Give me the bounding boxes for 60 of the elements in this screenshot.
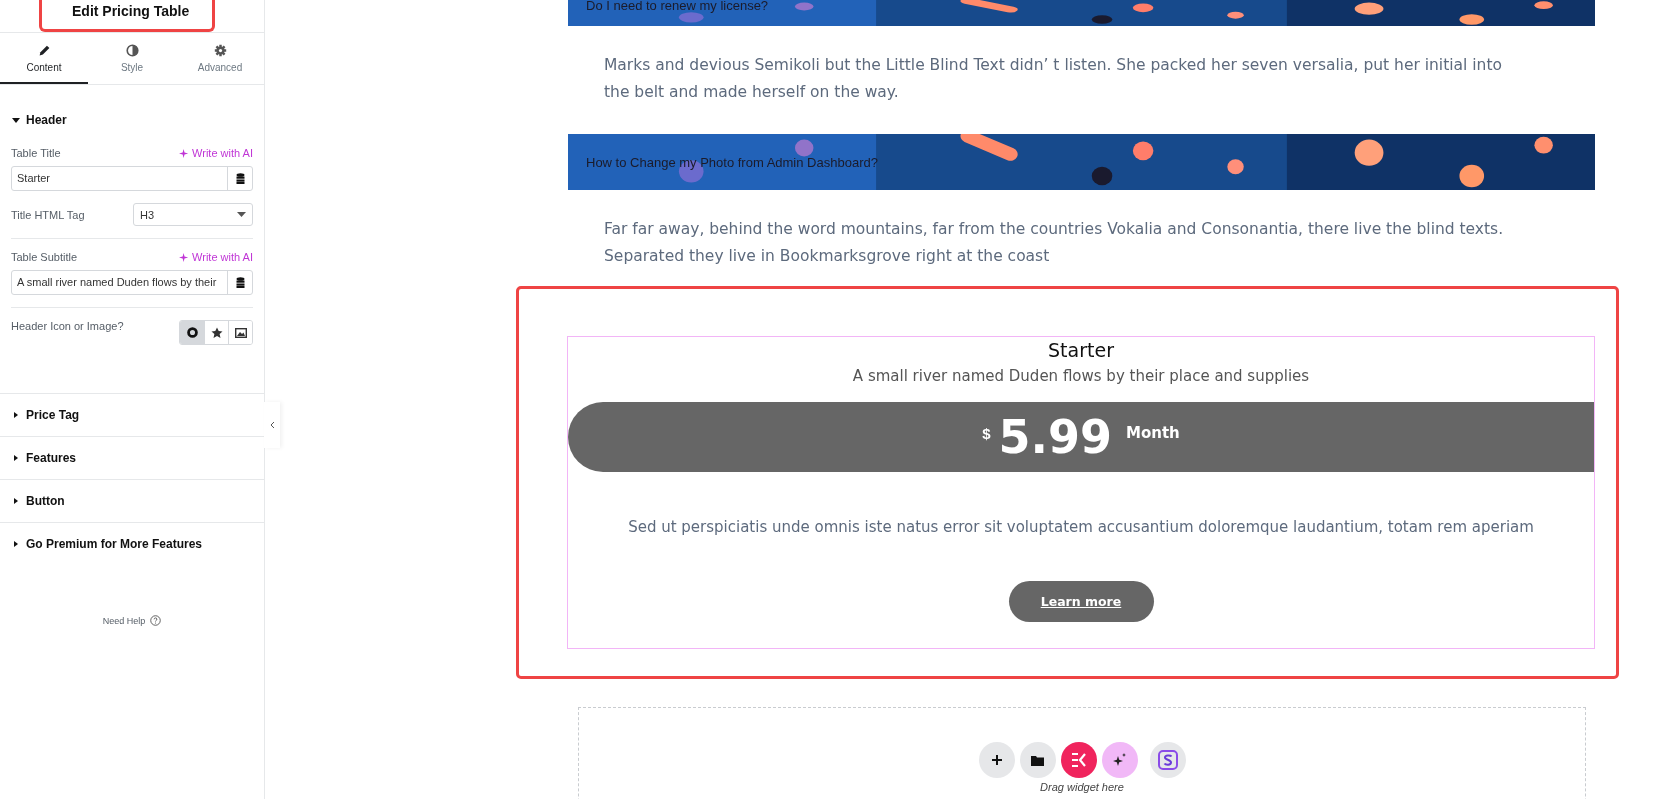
ai-button[interactable]	[1101, 742, 1138, 778]
sparkle-icon	[179, 251, 191, 263]
sparkle-icon	[1112, 753, 1127, 767]
logo-icon	[1070, 753, 1087, 767]
database-icon	[235, 173, 245, 184]
write-with-ai-link[interactable]: Write with AI	[179, 147, 253, 159]
faq-question: How to Change my Photo from Admin Dashboard?	[585, 154, 878, 170]
folder-icon	[1031, 754, 1044, 766]
faq-answer: Marks and devious Semikoli but the Little Blind Text didn’ t listen. She packed her seven versalia, put her initial into the belt and made herself on the way.	[603, 55, 1503, 103]
tag-select[interactable]: H3	[133, 203, 253, 226]
help-icon	[150, 615, 162, 626]
section-header[interactable]: Go Premium for More Features	[0, 523, 264, 565]
section-header[interactable]: Button	[0, 480, 264, 523]
drop-hint: Drag widget here	[1040, 781, 1124, 793]
price: 5.99	[998, 410, 1113, 464]
panel-tab[interactable]: Content	[0, 33, 88, 84]
section-header[interactable]: Features	[0, 437, 264, 480]
choice-button[interactable]	[180, 321, 204, 344]
panel-title: Edit Pricing Table	[39, 0, 215, 32]
caret-icon	[12, 116, 20, 124]
help-link[interactable]: Need Help	[97, 615, 167, 626]
field-label: Header Icon or Image?	[11, 320, 124, 332]
field-label: Table Title	[11, 147, 61, 159]
brand-button[interactable]	[1060, 742, 1097, 778]
plan-title: Starter	[1048, 339, 1114, 361]
field-label: Title HTML Tag	[11, 208, 85, 221]
currency-symbol: $	[982, 424, 991, 442]
plan-description: Sed ut perspiciatis unde omnis iste natus error sit voluptatem accusantium doloremque laudantium, totam rem aperiam	[628, 518, 1534, 536]
caret-icon	[12, 454, 20, 462]
sparkle-icon	[179, 147, 191, 159]
panel-tab[interactable]: Style	[88, 33, 176, 84]
plus-icon	[990, 754, 1003, 766]
add-button[interactable]	[978, 742, 1015, 778]
price-period: Month	[1126, 424, 1180, 442]
database-icon	[235, 277, 245, 288]
caret-icon	[12, 497, 20, 505]
panel-tab[interactable]: Advanced	[176, 33, 264, 84]
pencil-icon	[37, 44, 51, 57]
contrast-icon	[125, 44, 139, 57]
text-field[interactable]: A small river named Duden flows by their	[11, 270, 253, 295]
s-logo-icon	[1157, 750, 1178, 770]
write-with-ai-link[interactable]: Write with AI	[179, 251, 253, 263]
template-button[interactable]	[1019, 742, 1056, 778]
faq-question: Do I need to renew my license?	[585, 0, 769, 12]
caret-icon	[12, 540, 20, 548]
field-label: Table Subtitle	[11, 251, 78, 263]
settings-icon	[213, 44, 227, 57]
learn-more-button[interactable]: Learn more	[1008, 581, 1154, 622]
ring-icon	[186, 327, 198, 338]
faq-answer: Far far away, behind the word mountains, far from the countries Vokalia and Consonantia, there live the blind texts. Separated they live in Bookmarksgrove right at the coast	[603, 219, 1505, 267]
section-header[interactable]: Header	[0, 85, 264, 139]
addon-button[interactable]	[1149, 742, 1186, 778]
plan-subtitle: A small river named Duden flows by their place and supplies	[852, 367, 1310, 385]
image-icon	[234, 327, 247, 338]
chevron-left-icon	[269, 421, 275, 429]
choice-button[interactable]	[228, 321, 252, 344]
text-field[interactable]: Starter	[11, 166, 253, 191]
caret-icon	[12, 411, 20, 419]
dropdown-caret-icon	[237, 212, 246, 217]
star-icon	[210, 326, 223, 339]
